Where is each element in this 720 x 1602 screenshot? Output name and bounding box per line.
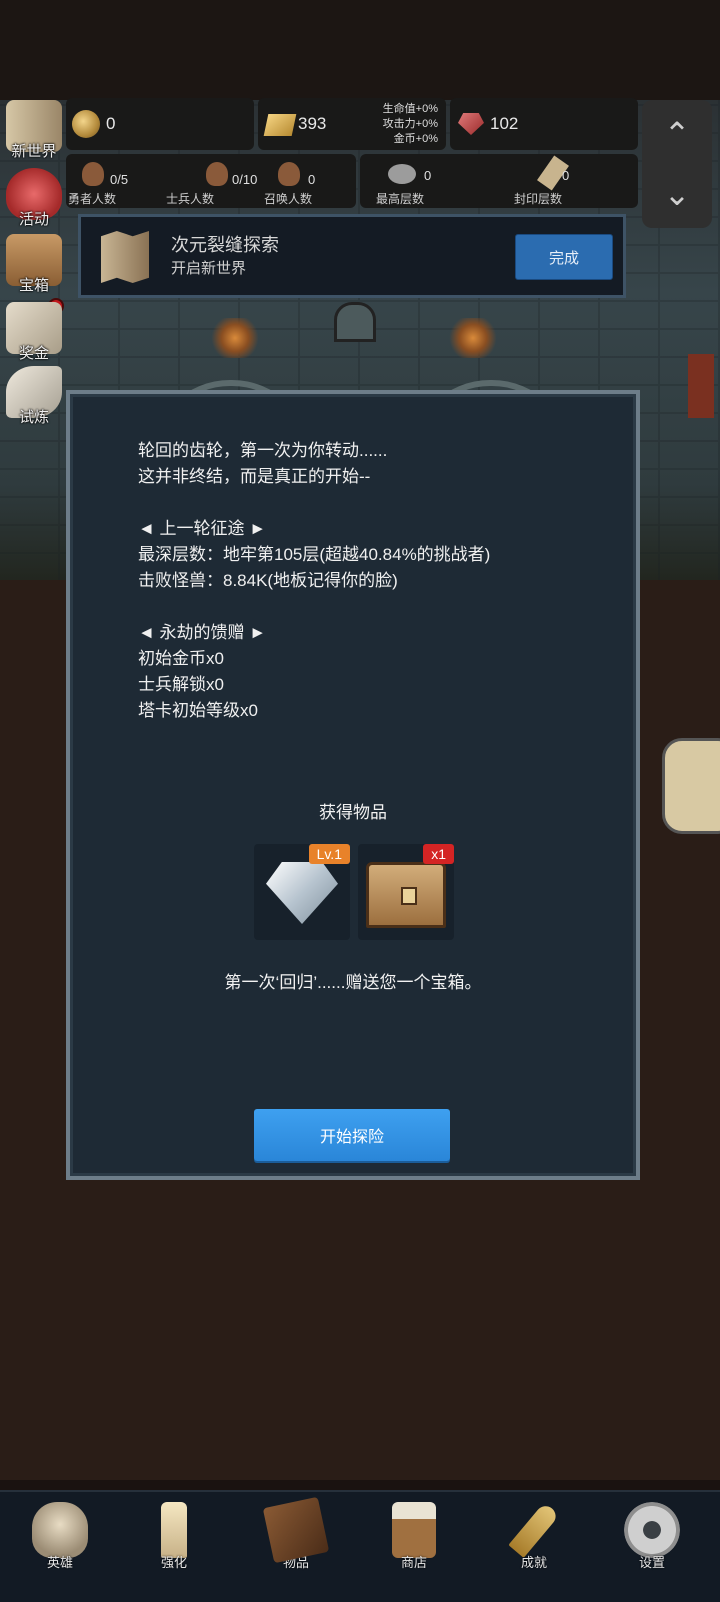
gold-value: 0 [106,114,116,133]
reward-description: 第一次‘回归’......赠送您一个宝箱。 [224,973,482,992]
skull-icon [32,1502,88,1558]
hero-count: 0/5 勇者人数 [66,154,162,208]
gift-gold: 初始金币x0 [138,649,224,668]
buff-hp: 生命值+0% [382,103,438,115]
side-menu-bonus[interactable]: 奖金 [2,302,66,363]
gift-tower: 塔卡初始等级x0 [138,701,258,720]
nav-items[interactable]: 物品 [236,1496,356,1571]
buff-list: 生命值+0% 攻击力+0% 金币+0% [383,102,438,147]
nav-hero[interactable]: 英雄 [0,1502,120,1571]
key-icon [508,1502,560,1558]
highest-floor-value: 0 [424,168,432,183]
diamond-icon [266,862,338,924]
map-icon [101,231,149,283]
chevron-up-icon[interactable]: ⌃ [642,100,712,164]
buff-gold: 金币+0% [393,133,438,145]
summon-count-label: 召唤人数 [264,192,313,206]
summon-icon [278,162,300,186]
mug-icon [392,1502,436,1558]
start-adventure-button[interactable]: 开始探险 [254,1109,450,1161]
quest-title: 次元裂缝探索 [171,235,279,255]
nav-label: 英雄 [46,1555,73,1570]
treasure-chest-icon [366,862,446,928]
nav-label: 设置 [638,1555,665,1570]
sealed-floor-value: 0 [562,168,570,183]
hero-icon [82,162,104,186]
item-level-tag: Lv.1 [308,844,350,864]
highest-floor-label: 最高层数 [376,192,425,206]
obtained-items-title: 获得物品 [319,803,387,822]
gold-counter: 0 [66,98,254,150]
soldier-icon [206,162,228,186]
summon-count-value: 0 [308,172,316,187]
highest-floor: 0 最高层数 [360,154,496,208]
side-menu-label: 试炼 [18,409,49,426]
side-menu-chest[interactable]: 宝箱 [2,234,66,295]
soldier-count: 0/10 士兵人数 [164,154,260,208]
side-menu-new-world[interactable]: 新世界 [2,100,66,161]
complete-button[interactable]: 完成 [515,234,613,280]
journey-header: ◄ 上一轮征途 ► [138,519,267,538]
reward-slot-diamond[interactable]: Lv.1 [254,844,350,940]
dungeon-window [334,302,376,342]
nav-label: 成就 [520,1555,547,1570]
rebirth-dialog: 轮回的齿轮，第一次为你转动...... 这并非终结，而是真正的开始-- ◄ 上一… [66,390,640,1180]
nav-achievements[interactable]: 成就 [474,1502,594,1571]
intro-line-2: 这并非终结，而是真正的开始-- [138,467,371,486]
top-dark-area [0,0,720,100]
nav-label: 商店 [400,1555,427,1570]
scroll-arrows: ⌃ ⌄ [642,100,712,228]
monsters-killed: 击败怪兽：8.84K(地板记得你的脸) [138,571,398,590]
quest-banner: 次元裂缝探索 开启新世界 完成 [78,214,626,298]
hero-count-label: 勇者人数 [68,192,117,206]
chandelier-icon [446,318,500,358]
wall-banner [688,354,714,418]
nav-settings[interactable]: 设置 [592,1502,712,1571]
side-menu-label: 新世界 [11,143,57,160]
sealed-floor: 0 封印层数 [500,154,638,208]
ruby-value: 102 [490,114,519,133]
ruby-icon [458,113,484,135]
side-menu-label: 宝箱 [18,277,49,294]
summon-count: 0 召唤人数 [262,154,356,208]
buff-atk: 攻击力+0% [382,118,438,130]
book-icon [262,1496,330,1564]
reward-slot-chest[interactable]: x1 [358,844,454,940]
gold-coin-icon [72,110,100,138]
side-menu-label: 奖金 [18,345,49,362]
hero-count-value: 0/5 [110,172,129,187]
floor-counts: 0 最高层数 0 封印层数 [360,154,638,208]
unit-counts: 0/5 勇者人数 0/10 士兵人数 0 召唤人数 [66,154,356,208]
candle-icon [161,1502,187,1558]
side-menu-events[interactable]: 活动 [2,168,66,229]
side-menu-label: 活动 [18,211,49,228]
gear-icon [624,1502,680,1558]
stone-icon [388,164,416,184]
sealed-floor-label: 封印层数 [514,192,563,206]
nav-label: 强化 [160,1555,187,1570]
gold-bar-counter: 393 生命值+0% 攻击力+0% 金币+0% [258,98,446,150]
deepest-floor: 最深层数：地牢第105层(超越40.84%的挑战者) [138,545,491,564]
character-avatar[interactable] [662,738,720,834]
item-count-tag: x1 [423,844,454,864]
quest-subtitle: 开启新世界 [171,260,247,277]
ruby-counter: 102 [450,98,638,150]
nav-upgrade[interactable]: 强化 [114,1502,234,1571]
soldier-count-value: 0/10 [232,172,258,187]
gift-header: ◄ 永劫的馈赠 ► [138,623,267,642]
soldier-count-label: 士兵人数 [166,192,215,206]
bottom-nav: 英雄 强化 物品 商店 成就 设置 [0,1490,720,1602]
chandelier-icon [208,318,262,358]
chest-lock [401,887,417,905]
gold-bar-value: 393 [298,114,327,133]
gold-bar-icon [263,114,297,136]
intro-line-1: 轮回的齿轮，第一次为你转动...... [138,441,388,460]
gift-soldier: 士兵解锁x0 [138,675,224,694]
side-menu-trial[interactable]: 试炼 [2,366,66,427]
nav-shop[interactable]: 商店 [354,1502,474,1571]
chevron-down-icon[interactable]: ⌄ [642,164,712,224]
